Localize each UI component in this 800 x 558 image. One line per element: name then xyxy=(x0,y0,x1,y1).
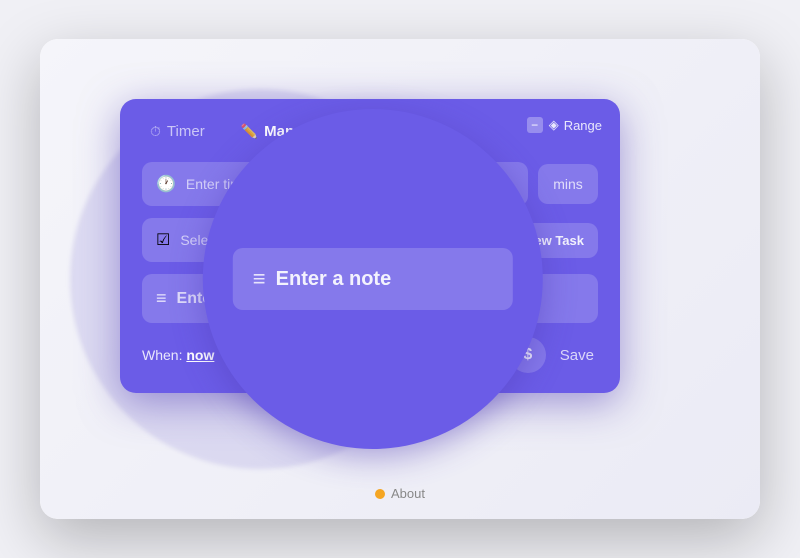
about-dot xyxy=(375,489,385,499)
magnify-circle: ≡ Enter a note xyxy=(203,109,543,449)
note-field-magnified[interactable]: ≡ Enter a note xyxy=(233,248,513,310)
note-icon: ≡ xyxy=(156,288,167,309)
about-bar: About xyxy=(375,486,425,501)
range-icon: ◈ xyxy=(549,117,559,133)
timer-icon: ⏱ xyxy=(150,123,161,140)
note-placeholder-magnified: Enter a note xyxy=(276,268,392,291)
when-label: When: xyxy=(142,347,182,363)
clock-icon: 🕐 xyxy=(156,174,176,194)
range-label: Range xyxy=(564,118,602,133)
note-icon-magnified: ≡ xyxy=(253,266,266,292)
magnify-inner: ≡ Enter a note xyxy=(203,109,543,449)
save-button[interactable]: Save xyxy=(556,341,598,370)
mins-box: mins xyxy=(538,164,598,204)
mins-label: mins xyxy=(553,176,583,192)
about-label: About xyxy=(391,486,425,501)
save-label: Save xyxy=(560,347,594,364)
timer-label: Timer xyxy=(167,123,205,140)
task-icon: ☑ xyxy=(156,230,170,250)
screen-container: ⏱ Timer ✏️ Manual ◈ Range 🕐 xyxy=(40,39,760,519)
range-button[interactable]: ◈ Range xyxy=(549,117,602,133)
